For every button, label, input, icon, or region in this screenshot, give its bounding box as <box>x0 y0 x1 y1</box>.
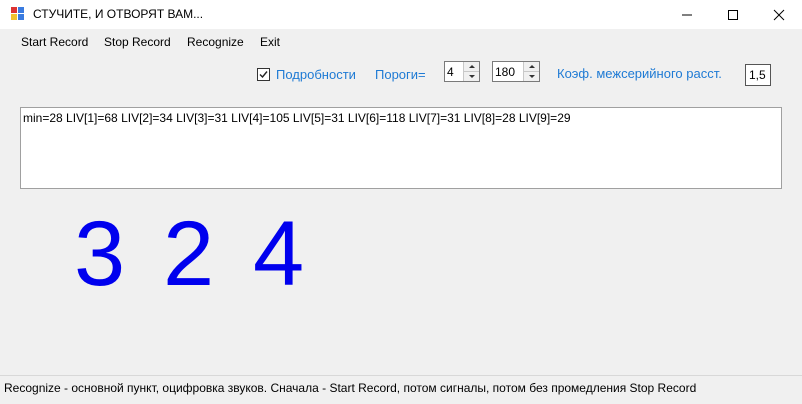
threshold1-value[interactable]: 4 <box>447 65 454 79</box>
status-bar: Recognize - основной пункт, оцифровка зв… <box>0 375 802 404</box>
close-icon <box>773 9 785 20</box>
app-icon <box>11 7 25 21</box>
minimize-button[interactable] <box>664 0 710 29</box>
coef-label: Коэф. межсерийного расст. <box>557 66 722 81</box>
menu-stop-record[interactable]: Stop Record <box>104 35 171 49</box>
details-label[interactable]: Подробности <box>276 67 356 82</box>
output-textbox[interactable]: min=28 LIV[1]=68 LIV[2]=34 LIV[3]=31 LIV… <box>20 107 782 189</box>
threshold1-stepper[interactable]: 4 <box>444 61 480 82</box>
arrow-down-icon <box>528 75 535 78</box>
arrow-up-icon <box>468 65 475 68</box>
result-digit: 2 <box>163 203 215 305</box>
threshold1-up-button[interactable] <box>464 62 479 72</box>
details-checkbox[interactable] <box>257 68 270 81</box>
minimize-icon <box>682 14 692 15</box>
threshold2-down-button[interactable] <box>524 72 539 81</box>
threshold2-up-button[interactable] <box>524 62 539 72</box>
maximize-button[interactable] <box>710 0 756 29</box>
maximize-icon <box>728 9 738 20</box>
window-title: СТУЧИТЕ, И ОТВОРЯТ ВАМ... <box>33 7 204 21</box>
arrow-up-icon <box>528 65 535 68</box>
status-text: Recognize - основной пункт, оцифровка зв… <box>4 381 697 395</box>
coef-input[interactable]: 1,5 <box>745 64 771 86</box>
menu-start-record[interactable]: Start Record <box>21 35 88 49</box>
menu-exit[interactable]: Exit <box>260 35 280 49</box>
arrow-down-icon <box>468 75 475 78</box>
menu-recognize[interactable]: Recognize <box>187 35 244 49</box>
result-digit: 4 <box>253 203 305 305</box>
close-button[interactable] <box>756 0 802 29</box>
threshold2-stepper[interactable]: 180 <box>492 61 540 82</box>
title-bar: СТУЧИТЕ, И ОТВОРЯТ ВАМ... <box>0 0 802 29</box>
checkmark-icon <box>259 71 268 79</box>
menu-bar: Start Record Stop Record Recognize Exit <box>0 29 802 55</box>
result-digit: 3 <box>74 203 126 305</box>
threshold1-down-button[interactable] <box>464 72 479 81</box>
threshold2-value[interactable]: 180 <box>495 65 515 79</box>
thresholds-label: Пороги= <box>375 67 426 82</box>
